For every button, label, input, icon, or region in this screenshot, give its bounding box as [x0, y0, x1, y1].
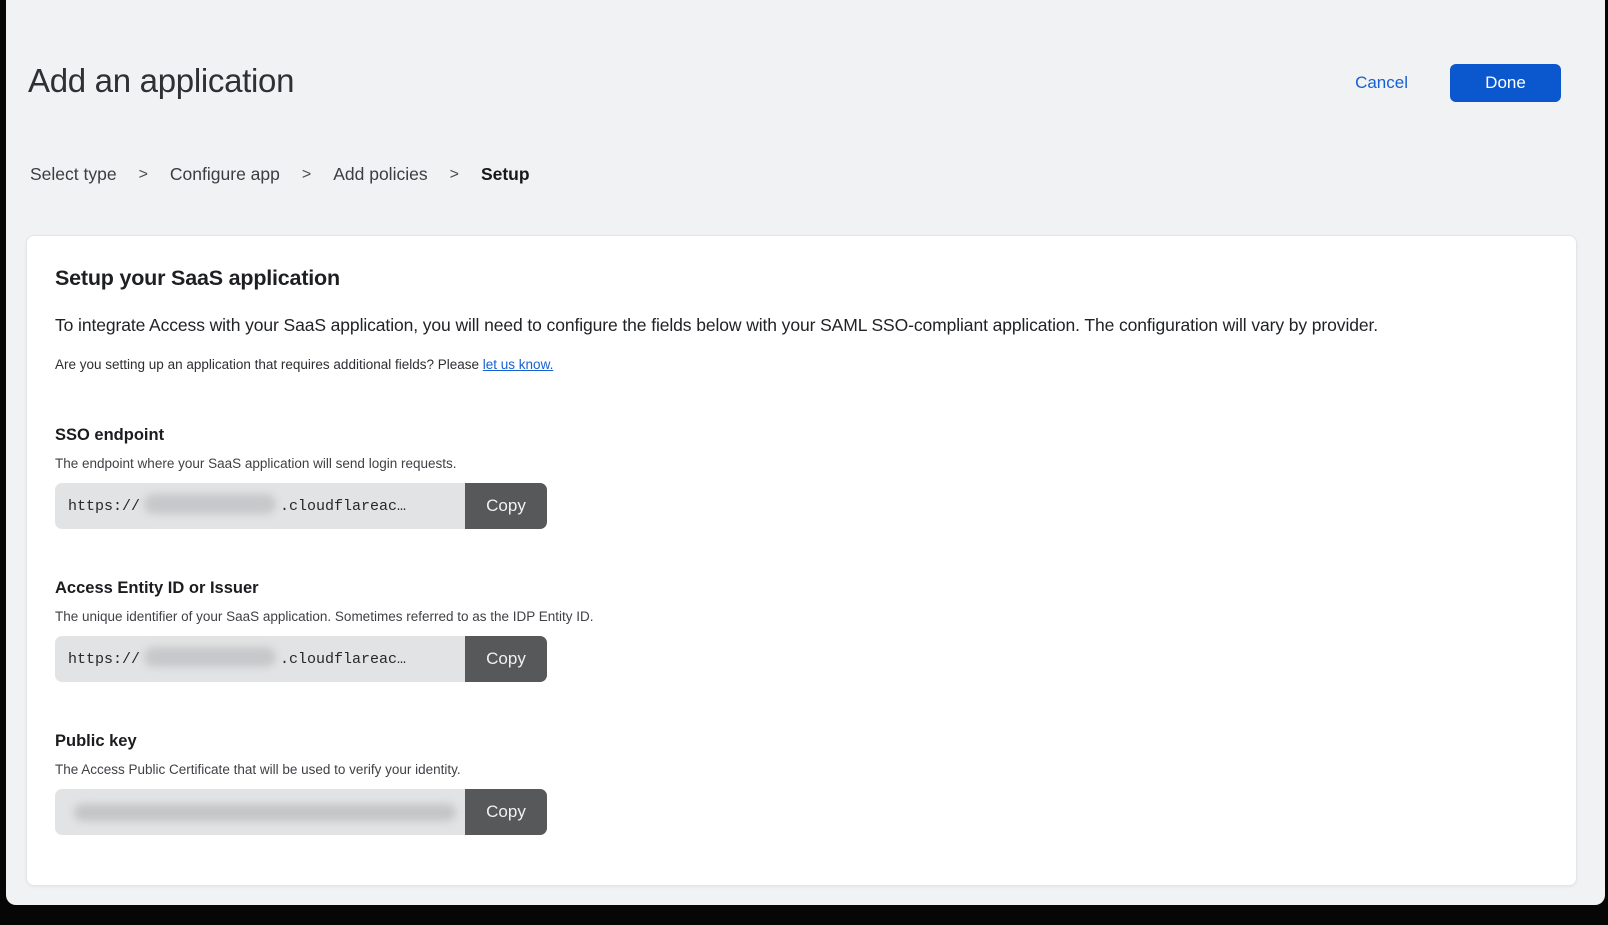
breadcrumb-item-configure-app[interactable]: Configure app [170, 164, 280, 185]
redacted-value [74, 804, 456, 821]
redacted-value [144, 647, 276, 667]
breadcrumb: Select type > Configure app > Add polici… [6, 164, 1605, 185]
done-button[interactable]: Done [1450, 64, 1561, 102]
field-row: https:// .cloudflareac… Copy [55, 636, 547, 682]
breadcrumb-item-select-type[interactable]: Select type [30, 164, 117, 185]
value-suffix: .cloudflareac… [280, 498, 406, 515]
field-label: SSO endpoint [55, 426, 1546, 445]
copy-button[interactable]: Copy [465, 789, 547, 835]
field-description: The endpoint where your SaaS application… [55, 456, 1546, 471]
page-title: Add an application [28, 62, 294, 100]
sso-endpoint-value: https:// .cloudflareac… [55, 483, 465, 529]
value-suffix: .cloudflareac… [280, 651, 406, 668]
field-description: The unique identifier of your SaaS appli… [55, 609, 1546, 624]
public-key-value [55, 789, 465, 835]
field-group-public-key: Public key The Access Public Certificate… [55, 732, 1546, 835]
field-description: The Access Public Certificate that will … [55, 762, 1546, 777]
copy-button[interactable]: Copy [465, 636, 547, 682]
access-entity-id-value: https:// .cloudflareac… [55, 636, 465, 682]
note-text-body: Are you setting up an application that r… [55, 357, 483, 372]
value-prefix: https:// [68, 651, 140, 668]
card-heading: Setup your SaaS application [55, 266, 1546, 291]
app-window: Add an application Cancel Done Select ty… [6, 0, 1605, 905]
let-us-know-link[interactable]: let us know. [483, 357, 554, 372]
redacted-value [144, 494, 276, 514]
field-group-access-entity-id: Access Entity ID or Issuer The unique id… [55, 579, 1546, 682]
copy-button[interactable]: Copy [465, 483, 547, 529]
breadcrumb-separator: > [139, 166, 148, 184]
breadcrumb-separator: > [450, 166, 459, 184]
cancel-button[interactable]: Cancel [1355, 73, 1408, 93]
field-label: Public key [55, 732, 1546, 751]
breadcrumb-item-add-policies[interactable]: Add policies [333, 164, 427, 185]
intro-text: To integrate Access with your SaaS appli… [55, 315, 1546, 336]
page-header: Add an application Cancel Done [6, 0, 1605, 102]
note-text: Are you setting up an application that r… [55, 357, 1546, 372]
setup-card: Setup your SaaS application To integrate… [26, 235, 1577, 886]
field-row: https:// .cloudflareac… Copy [55, 483, 547, 529]
breadcrumb-separator: > [302, 166, 311, 184]
field-row: Copy [55, 789, 547, 835]
field-label: Access Entity ID or Issuer [55, 579, 1546, 598]
field-group-sso-endpoint: SSO endpoint The endpoint where your Saa… [55, 426, 1546, 529]
breadcrumb-item-setup[interactable]: Setup [481, 164, 530, 185]
header-actions: Cancel Done [1355, 62, 1561, 102]
value-prefix: https:// [68, 498, 140, 515]
